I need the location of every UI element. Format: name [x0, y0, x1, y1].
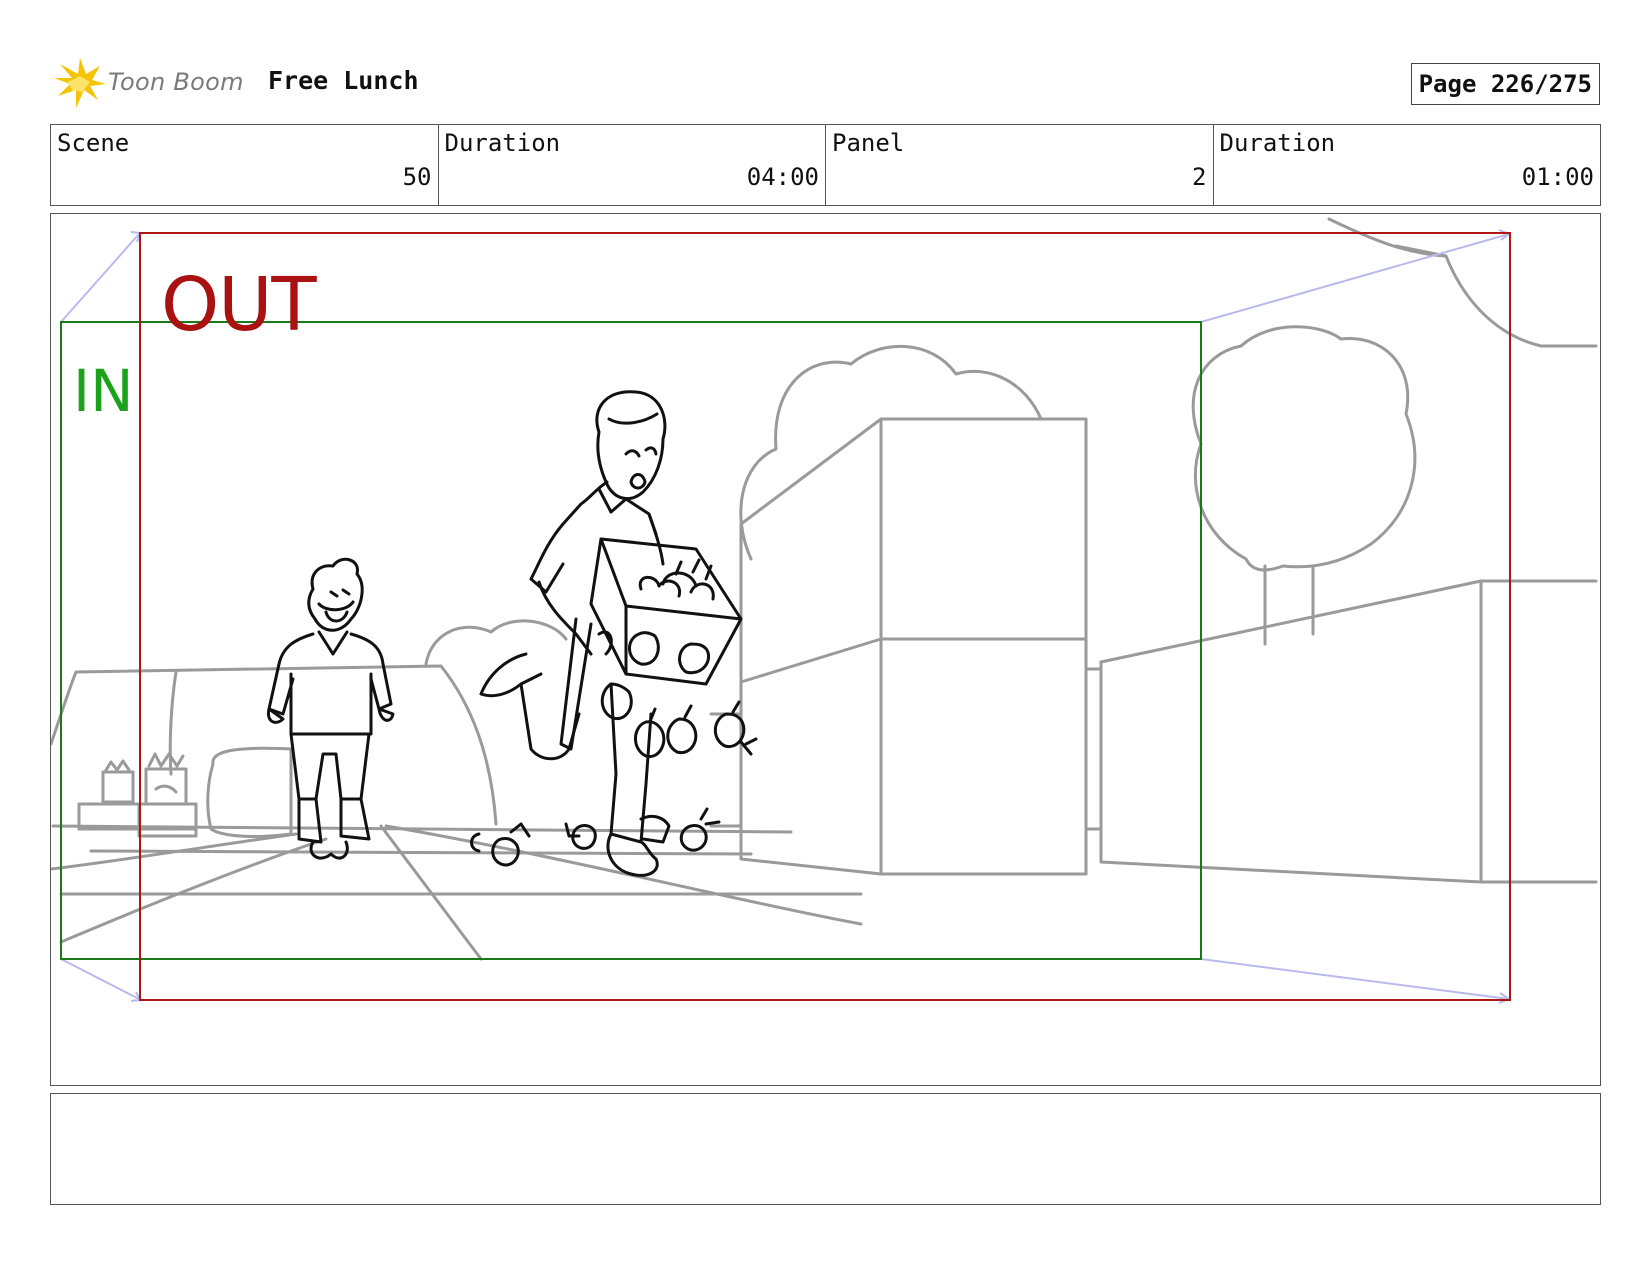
scene-value: 50 [402, 163, 432, 191]
out-frame-label: OUT [161, 262, 317, 348]
page-header: Toon Boom Free Lunch Page 226/275 [50, 56, 1600, 112]
panel-duration-label: Duration [1219, 129, 1336, 157]
panel-duration-value: 01:00 [1521, 163, 1594, 191]
scene-duration-label: Duration [444, 129, 561, 157]
in-frame-label: IN [73, 357, 134, 425]
brand-name: Toon Boom [108, 68, 244, 96]
panel-label: Panel [832, 129, 905, 157]
panel-cell: Panel 2 [826, 125, 1214, 205]
storyboard-panel: OUT IN [50, 213, 1601, 1086]
scene-duration-value: 04:00 [746, 163, 819, 191]
toon-boom-logo-icon [54, 58, 106, 108]
page-number: Page 226/275 [1410, 63, 1600, 105]
panel-duration-cell: Duration 01:00 [1214, 125, 1601, 205]
panel-value: 2 [1192, 163, 1207, 191]
project-title: Free Lunch [268, 66, 419, 95]
scene-duration-cell: Duration 04:00 [439, 125, 826, 205]
scene-cell: Scene 50 [51, 125, 439, 205]
panel-notes[interactable] [50, 1093, 1601, 1205]
scene-label: Scene [57, 129, 130, 157]
scene-info-row: Scene 50 Duration 04:00 Panel 2 Duration… [50, 124, 1601, 206]
